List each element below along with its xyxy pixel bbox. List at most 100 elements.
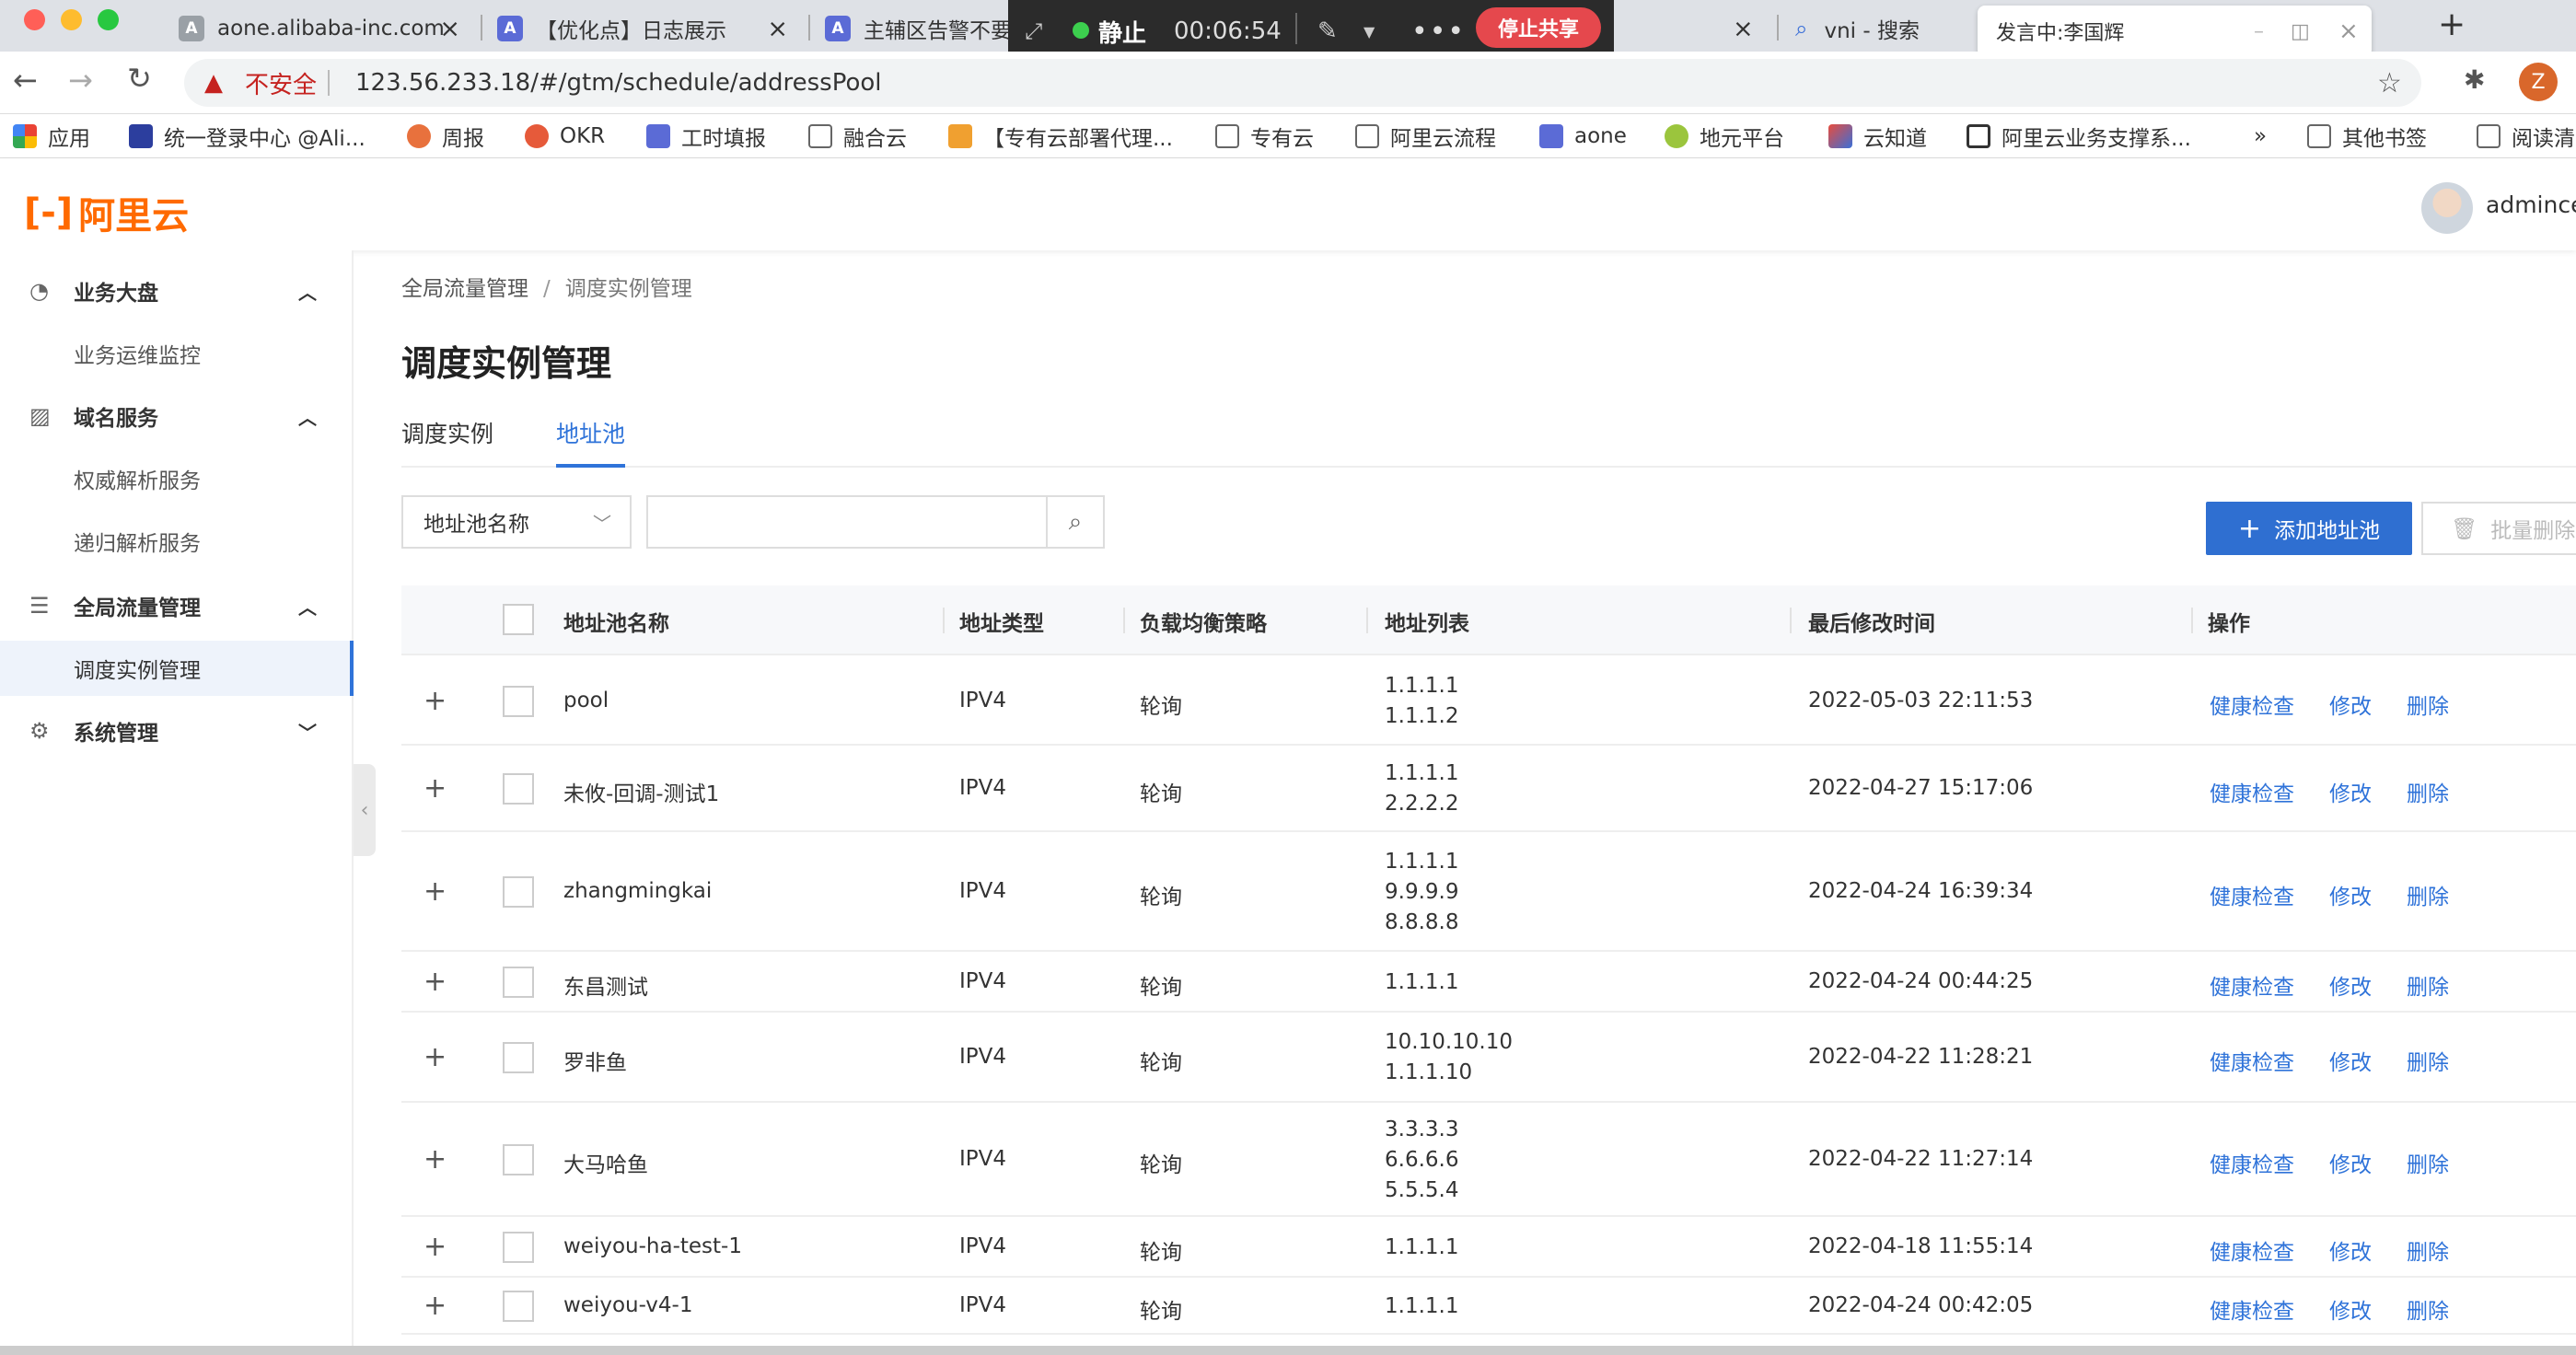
- row-checkbox[interactable]: [503, 686, 534, 717]
- edit-link[interactable]: 修改: [2329, 776, 2372, 807]
- sidebar-group-dashboard[interactable]: ◔ 业务大盘 ︿: [0, 263, 354, 318]
- edit-link[interactable]: 修改: [2329, 1293, 2372, 1325]
- bookmark-item[interactable]: 专有云: [1215, 122, 1314, 151]
- health-check-link[interactable]: 健康检查: [2210, 689, 2294, 720]
- row-checkbox[interactable]: [503, 1042, 534, 1073]
- new-tab-button[interactable]: +: [2438, 6, 2466, 43]
- restore-icon[interactable]: ◫: [2291, 20, 2310, 43]
- delete-link[interactable]: 删除: [2407, 689, 2449, 720]
- username[interactable]: admince: [2486, 191, 2576, 218]
- bookmark-item[interactable]: 其他书签: [2307, 122, 2427, 151]
- edit-link[interactable]: 修改: [2329, 879, 2372, 910]
- profile-avatar[interactable]: Z: [2519, 63, 2558, 101]
- expand-row-icon[interactable]: +: [424, 688, 447, 715]
- reload-icon[interactable]: ↻: [127, 61, 152, 96]
- url-field[interactable]: ▲ 不安全 123.56.233.18/#/gtm/schedule/addre…: [184, 59, 2421, 107]
- pen-icon[interactable]: ✎: [1317, 17, 1338, 45]
- sidebar-group-dns[interactable]: ▨ 域名服务 ︿: [0, 388, 354, 444]
- bookmark-item[interactable]: 【专有云部署代理...: [948, 122, 1173, 151]
- sidebar-group-gtm[interactable]: ☰ 全局流量管理 ︿: [0, 578, 354, 633]
- filter-select[interactable]: 地址池名称 ﹀: [401, 495, 632, 549]
- health-check-link[interactable]: 健康检查: [2210, 1045, 2294, 1076]
- minimize-window-button[interactable]: [61, 9, 82, 30]
- close-icon[interactable]: ×: [2338, 17, 2359, 45]
- expand-row-icon[interactable]: +: [424, 968, 447, 996]
- sidebar-group-system[interactable]: ⚙ 系统管理 ﹀: [0, 703, 354, 759]
- share-toggle-icon[interactable]: ⤢: [1025, 18, 1042, 44]
- tab-schedule-instance[interactable]: 调度实例: [401, 416, 493, 468]
- breadcrumb-link[interactable]: 全局流量管理: [401, 277, 528, 301]
- sidebar-item-authoritative-dns[interactable]: 权威解析服务: [0, 451, 354, 506]
- add-address-pool-button[interactable]: + 添加地址池: [2206, 502, 2412, 555]
- edit-link[interactable]: 修改: [2329, 1147, 2372, 1178]
- delete-link[interactable]: 删除: [2407, 1293, 2449, 1325]
- back-icon[interactable]: ←: [13, 63, 38, 98]
- chevron-down-icon[interactable]: ▼: [1363, 23, 1375, 41]
- extensions-icon[interactable]: ✱: [2464, 64, 2485, 95]
- bookmark-item[interactable]: 应用: [13, 122, 90, 151]
- expand-row-icon[interactable]: +: [424, 878, 447, 906]
- row-checkbox[interactable]: [503, 967, 534, 998]
- bookmark-item[interactable]: 工时填报: [646, 122, 766, 151]
- delete-link[interactable]: 删除: [2407, 969, 2449, 1001]
- expand-row-icon[interactable]: +: [424, 1044, 447, 1071]
- health-check-link[interactable]: 健康检查: [2210, 1234, 2294, 1266]
- edit-link[interactable]: 修改: [2329, 1234, 2372, 1266]
- bookmark-item[interactable]: OKR: [525, 122, 605, 151]
- bookmark-item[interactable]: 统一登录中心 @Ali...: [129, 122, 366, 151]
- bookmark-item[interactable]: 融合云: [808, 122, 907, 151]
- browser-tab[interactable]: ⌕ vni - 搜索: [1782, 6, 1978, 52]
- expand-row-icon[interactable]: +: [424, 1292, 447, 1320]
- tab-close-icon[interactable]: ×: [439, 15, 460, 43]
- delete-link[interactable]: 删除: [2407, 1234, 2449, 1266]
- browser-tab[interactable]: A aone.alibaba-inc.com ×: [166, 6, 479, 52]
- browser-tab[interactable]: A 主辅区告警不要: [812, 6, 1015, 52]
- stop-share-button[interactable]: 停止共享: [1476, 7, 1601, 48]
- sidebar-item-ops-monitor[interactable]: 业务运维监控: [0, 326, 354, 381]
- tab-close-icon[interactable]: ×: [767, 15, 788, 43]
- search-input[interactable]: [646, 495, 1046, 549]
- forward-icon[interactable]: →: [68, 63, 93, 98]
- sidebar-item-recursive-dns[interactable]: 递归解析服务: [0, 514, 354, 569]
- search-button[interactable]: ⌕: [1046, 495, 1105, 549]
- expand-row-icon[interactable]: +: [424, 1146, 447, 1174]
- more-icon[interactable]: •••: [1411, 16, 1466, 48]
- delete-link[interactable]: 删除: [2407, 879, 2449, 910]
- delete-link[interactable]: 删除: [2407, 1147, 2449, 1178]
- aliyun-logo[interactable]: [-] 阿里云: [24, 186, 189, 239]
- batch-delete-button[interactable]: 🗑 批量删除: [2421, 502, 2576, 555]
- edit-link[interactable]: 修改: [2329, 1045, 2372, 1076]
- bookmark-item[interactable]: 周报: [407, 122, 484, 151]
- row-checkbox[interactable]: [503, 876, 534, 908]
- row-checkbox[interactable]: [503, 773, 534, 805]
- sidebar-collapse-handle[interactable]: ‹: [354, 764, 376, 856]
- select-all-checkbox[interactable]: [503, 604, 534, 635]
- health-check-link[interactable]: 健康检查: [2210, 969, 2294, 1001]
- health-check-link[interactable]: 健康检查: [2210, 879, 2294, 910]
- expand-row-icon[interactable]: +: [424, 775, 447, 803]
- avatar[interactable]: [2421, 182, 2473, 234]
- minimize-icon[interactable]: –: [2254, 20, 2264, 43]
- row-checkbox[interactable]: [503, 1144, 534, 1175]
- tab-address-pool[interactable]: 地址池: [556, 416, 626, 468]
- edit-link[interactable]: 修改: [2329, 689, 2372, 720]
- bookmark-item[interactable]: aone: [1539, 122, 1627, 151]
- row-checkbox[interactable]: [503, 1232, 534, 1263]
- tab-close-icon[interactable]: ×: [1733, 15, 1754, 43]
- bookmark-item[interactable]: 云知道: [1828, 122, 1927, 151]
- health-check-link[interactable]: 健康检查: [2210, 776, 2294, 807]
- bookmark-item[interactable]: 阿里云业务支撑系...: [1967, 122, 2191, 151]
- bookmarks-overflow-button[interactable]: »: [2254, 122, 2267, 151]
- bookmark-item[interactable]: 阅读清单: [2477, 122, 2576, 151]
- health-check-link[interactable]: 健康检查: [2210, 1147, 2294, 1178]
- health-check-link[interactable]: 健康检查: [2210, 1293, 2294, 1325]
- edit-link[interactable]: 修改: [2329, 969, 2372, 1001]
- star-icon[interactable]: ☆: [2377, 67, 2402, 99]
- bookmark-item[interactable]: 阿里云流程: [1355, 122, 1496, 151]
- sidebar-item-schedule-instance[interactable]: 调度实例管理: [0, 641, 354, 696]
- delete-link[interactable]: 删除: [2407, 1045, 2449, 1076]
- bookmark-item[interactable]: 地元平台: [1665, 122, 1784, 151]
- browser-tab[interactable]: ×: [1620, 6, 1786, 52]
- expand-row-icon[interactable]: +: [424, 1233, 447, 1261]
- close-window-button[interactable]: [24, 9, 45, 30]
